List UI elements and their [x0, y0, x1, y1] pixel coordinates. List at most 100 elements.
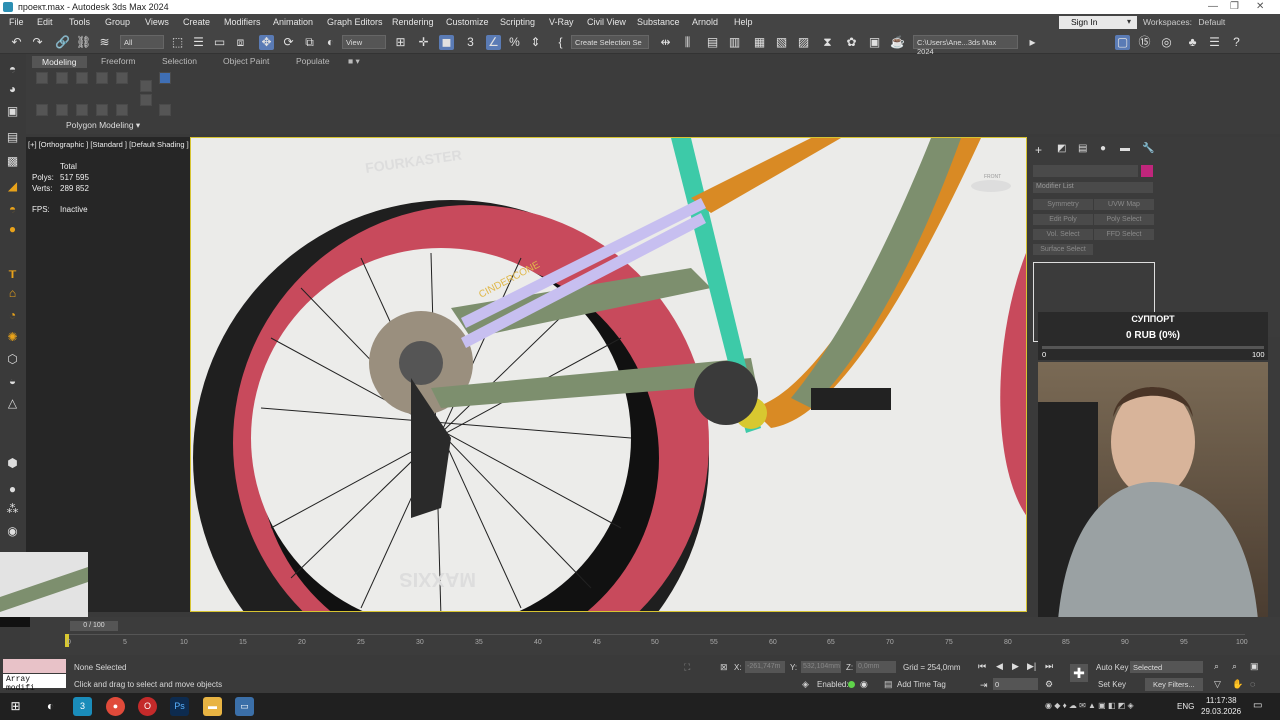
y-coordinate-field[interactable]: 532,104mm	[801, 661, 841, 673]
polygon-modeling-panel[interactable]: Polygon Modeling ▾	[66, 120, 140, 131]
menu-customize[interactable]: Customize	[446, 17, 489, 27]
rectangular-selection-icon[interactable]: ▭	[212, 35, 227, 50]
isolate-icon[interactable]: ⛶	[684, 662, 690, 673]
menu-arnold[interactable]: Arnold	[692, 17, 718, 27]
set-key-icon[interactable]: ✚	[1070, 664, 1088, 682]
menu-animation[interactable]: Animation	[273, 17, 313, 27]
tab-modeling[interactable]: Modeling	[32, 56, 87, 68]
edit-named-selection-icon[interactable]: {	[553, 35, 568, 50]
x-coordinate-field[interactable]: -261,747m	[745, 661, 785, 673]
select-by-name-icon[interactable]: ☰	[191, 35, 206, 50]
tab-freeform[interactable]: Freeform	[101, 56, 135, 66]
field-of-view-icon[interactable]: ▽	[1214, 679, 1221, 690]
enabled-status-dot[interactable]	[848, 681, 855, 688]
spinner-snap-icon[interactable]: ⇕	[528, 35, 543, 50]
menu-help[interactable]: Help	[734, 17, 753, 27]
undo-icon[interactable]: ↶	[9, 35, 24, 50]
select-and-place-icon[interactable]: ◐	[323, 35, 338, 50]
bind-space-warp-icon[interactable]: ≋	[97, 35, 112, 50]
menu-views[interactable]: Views	[145, 17, 169, 27]
chevron-down-icon[interactable]: ▾	[1127, 17, 1131, 26]
move-axis-icon[interactable]: ✛	[416, 35, 431, 50]
viewcube[interactable]	[971, 180, 1011, 192]
motion-tab-icon[interactable]: ●	[1100, 143, 1106, 154]
curve-editor-icon[interactable]: ▧	[774, 35, 789, 50]
goto-start-icon[interactable]: ⏮	[978, 661, 986, 672]
add-time-tag-button[interactable]: Add Time Tag	[897, 680, 946, 689]
angle-snap-icon[interactable]: ∠	[486, 35, 501, 50]
tab-object-paint[interactable]: Object Paint	[223, 56, 269, 66]
render-tool-icon[interactable]: ◉	[5, 524, 20, 539]
display-tab-icon[interactable]: ▬	[1120, 143, 1130, 154]
close-button[interactable]: ✕	[1256, 1, 1264, 12]
play-icon[interactable]: ▶	[1012, 661, 1019, 672]
views-icon[interactable]: ▤	[5, 130, 20, 145]
edit-mode-icon[interactable]	[159, 72, 171, 84]
box-icon[interactable]: ⬡	[5, 352, 20, 367]
link-icon[interactable]: 🔗	[55, 35, 70, 50]
layer-explorer-icon[interactable]: ▥	[727, 35, 742, 50]
orbit-icon[interactable]: ◌	[1250, 679, 1255, 689]
dome-light-icon[interactable]: ⌂	[5, 286, 20, 301]
key-filters-button[interactable]: Key Filters...	[1145, 678, 1203, 691]
select-and-rotate-icon[interactable]: ⟳	[281, 35, 296, 50]
clock-date[interactable]: 29.03.2026	[1201, 707, 1241, 716]
select-and-move-icon[interactable]: ✥	[259, 35, 274, 50]
viewport[interactable]: FOURKASTER MAXXIS CINDERCONE FRONT	[190, 137, 1027, 612]
snaps-toggle-icon[interactable]: 3	[463, 35, 478, 50]
minimize-button[interactable]: —	[1208, 1, 1218, 12]
menu-create[interactable]: Create	[183, 17, 210, 27]
redo-icon[interactable]: ↷	[30, 35, 45, 50]
time-slider[interactable]: 0 / 100	[70, 621, 118, 631]
camera-icon[interactable]: ▩	[5, 154, 20, 169]
particle-icon[interactable]: ⁂	[5, 502, 20, 517]
align-icon[interactable]: ⫼	[680, 35, 695, 50]
key-mode-dropdown[interactable]: Selected	[1130, 661, 1203, 673]
utilities-tab-icon[interactable]: 🔧	[1142, 143, 1154, 154]
create-icon[interactable]: ◓	[5, 62, 20, 77]
adaptive-degradation-icon[interactable]: ◈	[802, 679, 809, 690]
project-path-dropdown[interactable]: C:\Users\Ane...3ds Max 2024	[913, 35, 1018, 56]
named-selection-set-dropdown[interactable]: Create Selection Se	[571, 35, 649, 49]
next-frame-icon[interactable]: ▶|	[1027, 661, 1036, 672]
menu-substance[interactable]: Substance	[637, 17, 680, 27]
help-icon[interactable]: ?	[1229, 35, 1244, 50]
time-tag-icon[interactable]: ◉	[860, 679, 868, 690]
menu-vray[interactable]: V-Ray	[549, 17, 574, 27]
dynamics-icon[interactable]: ⬢	[5, 456, 20, 471]
menu-modifiers[interactable]: Modifiers	[224, 17, 261, 27]
opera-icon[interactable]: O	[138, 697, 157, 716]
menu-civil-view[interactable]: Civil View	[587, 17, 626, 27]
menu-file[interactable]: File	[9, 17, 24, 27]
windows-start-icon[interactable]: ⊞	[6, 697, 25, 716]
key-mode-icon[interactable]: ⇥	[980, 680, 988, 691]
sun-icon[interactable]: ●	[5, 222, 20, 237]
vray-icon[interactable]: ◎	[1159, 35, 1174, 50]
project-folder-icon[interactable]: ▸	[1025, 35, 1040, 50]
cortana-icon[interactable]: ◐	[41, 697, 60, 716]
zoom-all-icon[interactable]: ⌕	[1232, 661, 1237, 672]
file-explorer-icon[interactable]: ▬	[203, 697, 222, 716]
menu-graph-editors[interactable]: Graph Editors	[327, 17, 383, 27]
lamp-icon[interactable]: ┰	[5, 264, 20, 279]
helper-icon[interactable]: ◓	[5, 202, 20, 217]
hierarchy-tab-icon[interactable]: ▤	[1078, 143, 1087, 154]
menu-scripting[interactable]: Scripting	[500, 17, 535, 27]
list-icon[interactable]: ☰	[1207, 35, 1222, 50]
select-and-scale-icon[interactable]: ⧉	[302, 35, 317, 50]
clock-time[interactable]: 11:17:38	[1206, 696, 1237, 705]
window-icon[interactable]: ▭	[235, 697, 254, 716]
modifier-list-dropdown[interactable]: Modifier List	[1033, 182, 1153, 193]
menu-rendering[interactable]: Rendering	[392, 17, 434, 27]
surface-select-button[interactable]: Surface Select	[1033, 244, 1093, 255]
sphere-icon[interactable]: ◒	[5, 374, 20, 389]
goto-end-icon[interactable]: ⏭	[1045, 661, 1053, 672]
pan-icon[interactable]: ✋	[1232, 679, 1243, 690]
render-setup-icon[interactable]: ✿	[844, 35, 859, 50]
time-config-icon[interactable]: ⚙	[1045, 679, 1053, 690]
maxscript-listener-color[interactable]	[3, 659, 66, 673]
ies-light-icon[interactable]: ◔	[5, 308, 20, 323]
keyboard-shortcut-override-icon[interactable]: ◼	[439, 35, 454, 50]
schematic-view-icon[interactable]: ▨	[796, 35, 811, 50]
language-indicator[interactable]: ENG	[1177, 702, 1194, 711]
